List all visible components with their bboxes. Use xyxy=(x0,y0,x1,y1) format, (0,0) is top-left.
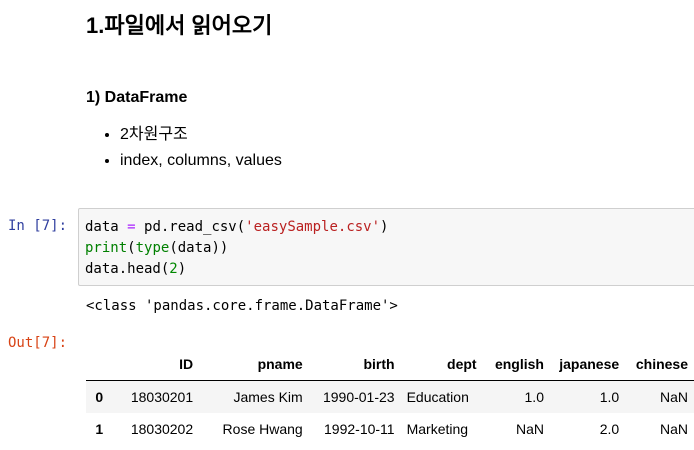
subsection-heading: 1) DataFrame xyxy=(86,89,188,106)
code-token-plain: ) xyxy=(177,261,187,277)
column-header-pname: pname xyxy=(199,348,309,381)
table-row: 0 18030201 James Kim 1990-01-23 Educatio… xyxy=(86,380,694,413)
stdout-output: <class 'pandas.core.frame.DataFrame'> xyxy=(86,298,398,314)
column-header-id: ID xyxy=(109,348,200,381)
table-cell: NaN xyxy=(659,421,688,437)
code-line[interactable]: print(type(data)) xyxy=(85,240,228,256)
column-header-english: english xyxy=(482,348,550,381)
column-header-chinese: chinese xyxy=(625,348,694,381)
table-cell: James Kim xyxy=(233,389,303,405)
table-cell: 1992-10-11 xyxy=(324,421,395,437)
row-index: 0 xyxy=(95,389,104,405)
table-cell: Education xyxy=(406,389,469,405)
code-token-builtin: print xyxy=(85,240,128,256)
code-token-plain: pd.read_csv( xyxy=(135,219,246,235)
code-token-plain: data.head( xyxy=(85,261,170,277)
table-cell: Marketing xyxy=(406,421,469,437)
column-header-japanese: japanese xyxy=(549,348,626,381)
code-token-str: 'easySample.csv' xyxy=(245,219,381,235)
section-heading: 1.파일에서 읽어오기 xyxy=(86,13,273,38)
table-cell: 1.0 xyxy=(599,389,620,405)
code-line[interactable]: data.head(2) xyxy=(85,261,186,277)
column-header-dept: dept xyxy=(400,348,483,381)
code-token-plain: ) xyxy=(380,219,389,235)
code-editor[interactable]: data = pd.read_csv('easySample.csv') pri… xyxy=(78,208,694,286)
table-cell: NaN xyxy=(515,421,544,437)
list-item: 2차원구조 xyxy=(120,122,282,148)
code-line[interactable]: data = pd.read_csv('easySample.csv') xyxy=(85,219,388,235)
table-cell: 2.0 xyxy=(599,421,620,437)
code-token-num: 2 xyxy=(169,261,178,277)
table-cell: 1.0 xyxy=(524,389,544,405)
dataframe-table: ID pname birth dept english japanese chi… xyxy=(86,348,694,445)
table-cell: 1990-01-23 xyxy=(322,389,395,405)
code-token-op: = xyxy=(127,219,136,235)
row-index: 1 xyxy=(95,421,104,437)
code-token-plain: (data)) xyxy=(169,240,229,256)
input-prompt: In [7]: xyxy=(8,218,68,234)
code-token-builtin: type xyxy=(135,240,170,256)
table-cell: Rose Hwang xyxy=(222,421,303,437)
code-text[interactable]: data = pd.read_csv('easySample.csv') pri… xyxy=(85,217,388,280)
code-token-plain: data xyxy=(85,219,128,235)
table-cell: 18030201 xyxy=(130,389,194,405)
column-header-birth: birth xyxy=(308,348,401,381)
output-prompt: Out[7]: xyxy=(8,335,68,351)
table-header-row: ID pname birth dept english japanese chi… xyxy=(86,348,694,381)
list-item: index, columns, values xyxy=(120,148,282,174)
index-header xyxy=(86,348,110,381)
code-token-plain: ( xyxy=(127,240,136,256)
bullet-list: 2차원구조 index, columns, values xyxy=(86,122,282,174)
table-cell: 18030202 xyxy=(130,421,194,437)
table-cell: NaN xyxy=(659,389,688,405)
table-row: 1 18030202 Rose Hwang 1992-10-11 Marketi… xyxy=(86,413,694,445)
